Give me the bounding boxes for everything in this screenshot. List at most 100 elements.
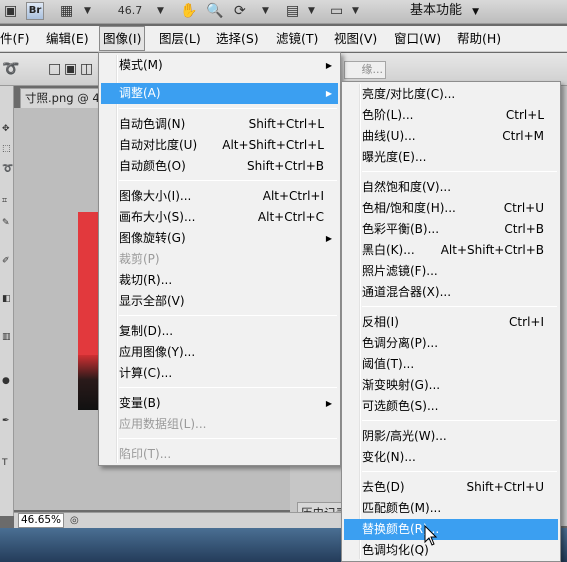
submenu-arrow-icon: ▶ bbox=[325, 399, 332, 408]
pen-tool-icon[interactable]: ✒ bbox=[2, 416, 12, 426]
type-tool-icon[interactable]: T bbox=[2, 458, 12, 468]
bridge-button[interactable]: Br bbox=[26, 2, 44, 20]
portrait-photo-shoulder bbox=[78, 355, 100, 410]
menu-item-threshold[interactable]: 阈值(T)... bbox=[344, 354, 558, 375]
menu-item-crop: 裁剪(P) bbox=[101, 249, 338, 270]
menu-separator bbox=[119, 180, 337, 181]
menu-item-apply-image[interactable]: 应用图像(Y)... bbox=[101, 342, 338, 363]
chevron-down-icon[interactable]: ▼ bbox=[84, 1, 91, 21]
chevron-down-icon[interactable]: ▼ bbox=[262, 1, 269, 21]
menu-item-label: 图像大小(I)... bbox=[119, 189, 192, 203]
menu-window[interactable]: 窗口(W) bbox=[394, 26, 441, 52]
menu-item-mode[interactable]: 模式(M) ▶ bbox=[101, 55, 338, 76]
chevron-down-icon[interactable]: ▼ bbox=[157, 1, 164, 21]
menu-item-adjustments[interactable]: 调整(A) ▶ bbox=[101, 83, 338, 104]
menu-item-label: 去色(D) bbox=[362, 480, 405, 494]
menu-item-duplicate[interactable]: 复制(D)... bbox=[101, 321, 338, 342]
hand-tool-icon[interactable]: ✋ bbox=[180, 1, 197, 21]
menu-item-shortcut: Shift+Ctrl+U bbox=[466, 480, 544, 494]
menu-image[interactable]: 图像(I) bbox=[99, 26, 146, 51]
eraser-tool-icon[interactable]: ◧ bbox=[2, 294, 12, 304]
menu-item-invert[interactable]: 反相(I) Ctrl+I bbox=[344, 312, 558, 333]
menu-item-label: 调整(A) bbox=[119, 86, 161, 100]
crop-tool-icon[interactable]: ⌗ bbox=[2, 196, 12, 206]
refine-edge-button[interactable]: 缘... bbox=[344, 61, 386, 79]
menu-item-photo-filter[interactable]: 照片滤镜(F)... bbox=[344, 261, 558, 282]
menu-item-label: 照片滤镜(F)... bbox=[362, 264, 438, 278]
arrange-documents-icon[interactable]: ▤ bbox=[286, 1, 299, 21]
menu-item-curves[interactable]: 曲线(U)... Ctrl+M bbox=[344, 126, 558, 147]
menu-item-posterize[interactable]: 色调分离(P)... bbox=[344, 333, 558, 354]
zoom-tool-icon[interactable]: 🔍 bbox=[206, 1, 223, 21]
menu-item-vibrance[interactable]: 自然饱和度(V)... bbox=[344, 177, 558, 198]
workspace-switcher[interactable]: 基本功能 ▼ bbox=[410, 0, 479, 24]
lasso-tool-icon[interactable]: ➰ bbox=[2, 59, 19, 79]
menu-help[interactable]: 帮助(H) bbox=[457, 26, 501, 52]
rotate-view-icon[interactable]: ⟳ bbox=[234, 1, 246, 21]
move-tool-icon[interactable]: ✥ bbox=[2, 124, 12, 134]
subtract-selection-icon[interactable]: ◫ bbox=[80, 59, 93, 79]
menu-item-equalize[interactable]: 色调均化(Q) bbox=[344, 540, 558, 561]
menu-item-canvas-size[interactable]: 画布大小(S)... Alt+Ctrl+C bbox=[101, 207, 338, 228]
menu-item-desaturate[interactable]: 去色(D) Shift+Ctrl+U bbox=[344, 477, 558, 498]
chevron-down-icon[interactable]: ▼ bbox=[308, 1, 315, 21]
menu-item-label: 阈值(T)... bbox=[362, 357, 415, 371]
menu-item-shadows-highlights[interactable]: 阴影/高光(W)... bbox=[344, 426, 558, 447]
menu-separator bbox=[119, 387, 337, 388]
menu-item-hue-saturation[interactable]: 色相/饱和度(H)... Ctrl+U bbox=[344, 198, 558, 219]
menu-item-label: 渐变映射(G)... bbox=[362, 378, 441, 392]
eyedropper-tool-icon[interactable]: ✎ bbox=[2, 218, 12, 228]
menu-item-variables[interactable]: 变量(B) ▶ bbox=[101, 393, 338, 414]
gradient-tool-icon[interactable]: ▥ bbox=[2, 332, 12, 342]
menu-item-auto-contrast[interactable]: 自动对比度(U) Alt+Shift+Ctrl+L bbox=[101, 135, 338, 156]
menu-item-trim[interactable]: 裁切(R)... bbox=[101, 270, 338, 291]
new-selection-icon[interactable]: □ bbox=[48, 59, 61, 79]
menu-item-label: 黑白(K)... bbox=[362, 243, 415, 257]
zoom-level-field[interactable]: 46.7 bbox=[104, 2, 156, 20]
menu-item-apply-data-set: 应用数据组(L)... bbox=[101, 414, 338, 435]
menu-layer[interactable]: 图层(L) bbox=[159, 26, 201, 52]
menu-select[interactable]: 选择(S) bbox=[216, 26, 259, 52]
lasso-tool-icon[interactable]: ➰ bbox=[2, 164, 13, 174]
status-info-icon[interactable]: ◎ bbox=[70, 513, 84, 528]
menu-item-brightness-contrast[interactable]: 亮度/对比度(C)... bbox=[344, 84, 558, 105]
menu-item-label: 色彩平衡(B)... bbox=[362, 222, 440, 236]
view-extras-icon[interactable]: ▦ bbox=[60, 1, 73, 21]
menu-item-label: 自动颜色(O) bbox=[119, 159, 186, 173]
menu-item-label: 变量(B) bbox=[119, 396, 161, 410]
menu-item-color-balance[interactable]: 色彩平衡(B)... Ctrl+B bbox=[344, 219, 558, 240]
menu-item-label: 阴影/高光(W)... bbox=[362, 429, 447, 443]
menu-item-calculations[interactable]: 计算(C)... bbox=[101, 363, 338, 384]
menu-item-match-color[interactable]: 匹配颜色(M)... bbox=[344, 498, 558, 519]
menu-item-gradient-map[interactable]: 渐变映射(G)... bbox=[344, 375, 558, 396]
document-tab[interactable]: 寸照.png @ 4 bbox=[20, 88, 100, 108]
marquee-tool-icon[interactable]: ⬚ bbox=[2, 144, 12, 154]
menu-item-image-size[interactable]: 图像大小(I)... Alt+Ctrl+I bbox=[101, 186, 338, 207]
menu-item-replace-color[interactable]: 替换颜色(R)... bbox=[344, 519, 558, 540]
menu-item-channel-mixer[interactable]: 通道混合器(X)... bbox=[344, 282, 558, 303]
menu-item-shortcut: Ctrl+L bbox=[505, 108, 544, 122]
menu-filter[interactable]: 滤镜(T) bbox=[276, 26, 318, 52]
menu-separator bbox=[362, 306, 557, 307]
menu-edit[interactable]: 编辑(E) bbox=[46, 26, 89, 52]
dodge-tool-icon[interactable]: ● bbox=[2, 376, 12, 386]
screen-mode-icon[interactable]: ▭ bbox=[330, 1, 343, 21]
add-selection-icon[interactable]: ▣ bbox=[64, 59, 77, 79]
chevron-down-icon[interactable]: ▼ bbox=[352, 1, 359, 21]
menu-item-shortcut: Shift+Ctrl+B bbox=[247, 159, 324, 173]
menu-item-exposure[interactable]: 曝光度(E)... bbox=[344, 147, 558, 168]
menu-item-label: 图像旋转(G) bbox=[119, 231, 186, 245]
menu-item-variations[interactable]: 变化(N)... bbox=[344, 447, 558, 468]
menu-item-selective-color[interactable]: 可选颜色(S)... bbox=[344, 396, 558, 417]
menu-item-black-white[interactable]: 黑白(K)... Alt+Shift+Ctrl+B bbox=[344, 240, 558, 261]
menu-item-label: 应用数据组(L)... bbox=[119, 417, 207, 431]
menu-file[interactable]: 件(F) bbox=[0, 26, 29, 52]
menu-item-image-rotation[interactable]: 图像旋转(G) ▶ bbox=[101, 228, 338, 249]
menu-item-auto-color[interactable]: 自动颜色(O) Shift+Ctrl+B bbox=[101, 156, 338, 177]
menu-item-levels[interactable]: 色阶(L)... Ctrl+L bbox=[344, 105, 558, 126]
brush-tool-icon[interactable]: ✐ bbox=[2, 256, 12, 266]
menu-view[interactable]: 视图(V) bbox=[334, 26, 377, 52]
menu-item-auto-tone[interactable]: 自动色调(N) Shift+Ctrl+L bbox=[101, 114, 338, 135]
zoom-status-field[interactable]: 46.65% bbox=[18, 513, 64, 528]
menu-item-reveal-all[interactable]: 显示全部(V) bbox=[101, 291, 338, 312]
